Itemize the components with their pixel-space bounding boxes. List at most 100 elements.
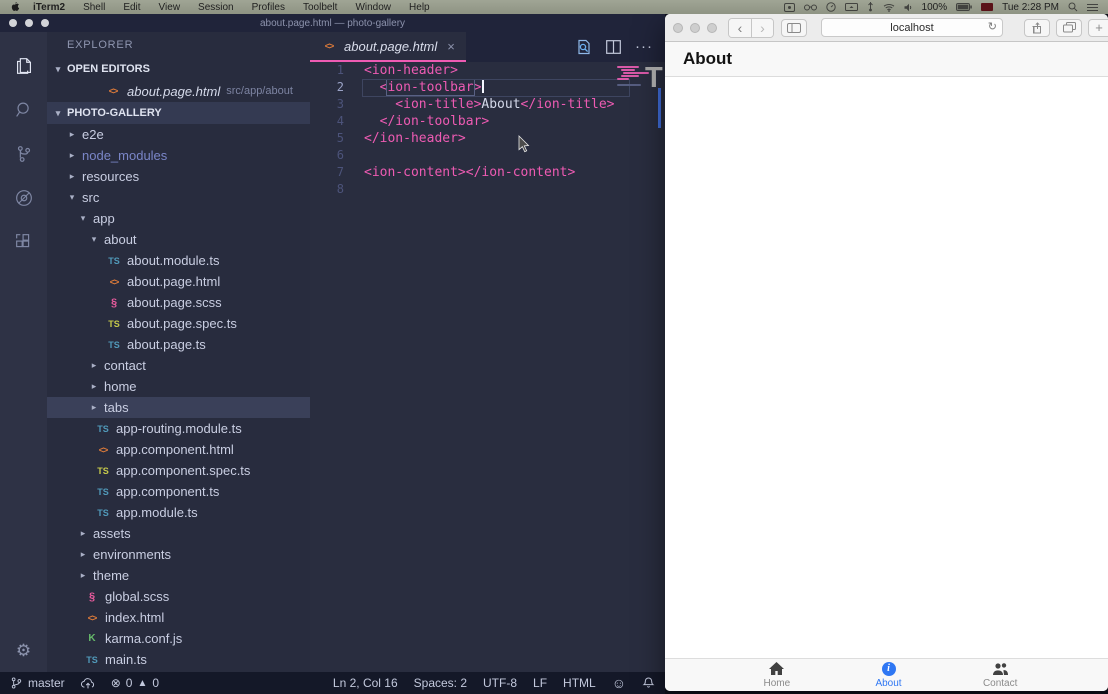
menu-view[interactable]: View [150, 2, 190, 13]
menu-window[interactable]: Window [346, 2, 400, 13]
tree-item-app.component.ts[interactable]: TSapp.component.ts [47, 481, 310, 502]
zoom-window-button[interactable] [41, 19, 49, 27]
code-line-2[interactable]: 2 <ion-toolbar> [310, 79, 665, 96]
menu-profiles[interactable]: Profiles [243, 2, 294, 13]
input-source-flag-icon[interactable] [981, 3, 993, 11]
safari-window: ‹ › localhost ↻ + About HomeiAboutContac… [665, 14, 1108, 691]
dongle-icon[interactable] [867, 2, 874, 12]
tree-item-global.scss[interactable]: §global.scss [47, 586, 310, 607]
code-line-3[interactable]: 3 <ion-title>About</ion-title> [310, 96, 665, 113]
status-ln-2-col-16[interactable]: Ln 2, Col 16 [333, 676, 398, 690]
editor-scrollbar[interactable] [658, 88, 661, 128]
open-editors-header[interactable]: ▾ OPEN EDITORS [47, 58, 310, 80]
screen-record-icon[interactable] [784, 3, 795, 12]
status-utf-8[interactable]: UTF-8 [483, 676, 517, 690]
code-line-4[interactable]: 4 </ion-toolbar> [310, 113, 665, 130]
tree-item-main.ts[interactable]: TSmain.ts [47, 649, 310, 670]
menu-toolbelt[interactable]: Toolbelt [294, 2, 346, 13]
forward-button[interactable]: › [751, 19, 773, 37]
tree-item-home[interactable]: ▸home [47, 376, 310, 397]
glasses-icon[interactable] [804, 3, 817, 11]
extensions-icon[interactable] [0, 220, 47, 264]
menu-iterm2[interactable]: iTerm2 [24, 2, 74, 13]
status-lf[interactable]: LF [533, 676, 547, 690]
apple-icon[interactable] [10, 1, 20, 13]
status-html[interactable]: HTML [563, 676, 596, 690]
tree-item-node_modules[interactable]: ▸node_modules [47, 145, 310, 166]
tree-item-assets[interactable]: ▸assets [47, 523, 310, 544]
problems-indicator[interactable]: ⊗ 0 ▲ 0 [111, 676, 159, 690]
address-bar[interactable]: localhost ↻ [821, 18, 1003, 37]
tree-item-karma.conf.js[interactable]: Kkarma.conf.js [47, 628, 310, 649]
ionic-tab-about[interactable]: iAbout [833, 659, 945, 691]
menubar-clock[interactable]: Tue 2:28 PM [1002, 2, 1059, 13]
tree-item-about.page.scss[interactable]: §about.page.scss [47, 292, 310, 313]
close-tab-icon[interactable]: × [447, 39, 455, 54]
tree-item-about.page.ts[interactable]: TSabout.page.ts [47, 334, 310, 355]
code-line-8[interactable]: 8 [310, 181, 665, 198]
open-preview-icon[interactable] [576, 39, 592, 55]
tree-item-app.component.spec.ts[interactable]: TSapp.component.spec.ts [47, 460, 310, 481]
minimize-window-button[interactable] [690, 23, 700, 33]
display-icon[interactable] [845, 3, 858, 12]
notifications-bell-icon[interactable] [642, 676, 655, 690]
code-line-1[interactable]: 1<ion-header> [310, 62, 665, 79]
editor-tab-about-page-html[interactable]: <> about.page.html × [310, 32, 466, 62]
tree-item-app.module.ts[interactable]: TSapp.module.ts [47, 502, 310, 523]
code-line-7[interactable]: 7<ion-content></ion-content> [310, 164, 665, 181]
wifi-icon[interactable] [883, 3, 895, 12]
volume-icon[interactable] [904, 3, 913, 12]
vscode-traffic-lights[interactable] [9, 19, 49, 27]
vscode-titlebar[interactable]: about.page.html — photo-gallery [0, 14, 665, 32]
new-tab-button[interactable]: + [1088, 19, 1108, 37]
code-editor[interactable]: 1<ion-header>2 <ion-toolbar>3 <ion-title… [310, 62, 665, 672]
menu-session[interactable]: Session [189, 2, 243, 13]
search-icon[interactable] [0, 88, 47, 132]
minimize-window-button[interactable] [25, 19, 33, 27]
close-window-button[interactable] [9, 19, 17, 27]
code-line-5[interactable]: 5</ion-header> [310, 130, 665, 147]
git-branch-indicator[interactable]: master [10, 676, 65, 690]
notification-center-icon[interactable] [1087, 3, 1098, 12]
tree-item-src[interactable]: ▾src [47, 187, 310, 208]
feedback-smiley-icon[interactable]: ☺ [612, 675, 626, 691]
open-editor-item[interactable]: <> about.page.html src/app/about [47, 80, 310, 102]
tab-overview-button[interactable] [1056, 19, 1082, 37]
ionic-tab-contact[interactable]: Contact [944, 659, 1056, 691]
explorer-icon[interactable] [0, 44, 47, 88]
settings-gear-icon[interactable]: ⚙ [0, 628, 47, 672]
zoom-window-button[interactable] [707, 23, 717, 33]
code-line-6[interactable]: 6 [310, 147, 665, 164]
tree-item-environments[interactable]: ▸environments [47, 544, 310, 565]
spotlight-search-icon[interactable] [1068, 2, 1078, 12]
menu-edit[interactable]: Edit [114, 2, 149, 13]
split-editor-icon[interactable] [606, 40, 621, 54]
tree-item-about.page.html[interactable]: <>about.page.html [47, 271, 310, 292]
status-spaces-2[interactable]: Spaces: 2 [414, 676, 467, 690]
tree-item-resources[interactable]: ▸resources [47, 166, 310, 187]
sidebar-toggle-button[interactable] [781, 19, 807, 37]
debug-icon[interactable] [0, 176, 47, 220]
reload-icon[interactable]: ↻ [988, 22, 997, 33]
close-window-button[interactable] [673, 23, 683, 33]
tree-item-e2e[interactable]: ▸e2e [47, 124, 310, 145]
source-control-icon[interactable] [0, 132, 47, 176]
ionic-tab-home[interactable]: Home [721, 659, 833, 691]
tree-item-about.module.ts[interactable]: TSabout.module.ts [47, 250, 310, 271]
tree-item-contact[interactable]: ▸contact [47, 355, 310, 376]
menu-shell[interactable]: Shell [74, 2, 114, 13]
tree-item-tabs[interactable]: ▸tabs [47, 397, 310, 418]
tree-item-app-routing.module.ts[interactable]: TSapp-routing.module.ts [47, 418, 310, 439]
timer-icon[interactable] [826, 2, 836, 12]
back-button[interactable]: ‹ [729, 19, 751, 37]
tree-item-index.html[interactable]: <>index.html [47, 607, 310, 628]
menu-help[interactable]: Help [400, 2, 439, 13]
tree-item-about[interactable]: ▾about [47, 229, 310, 250]
tree-item-theme[interactable]: ▸theme [47, 565, 310, 586]
tree-item-app.component.html[interactable]: <>app.component.html [47, 439, 310, 460]
project-root-header[interactable]: ▾ PHOTO-GALLERY [47, 102, 310, 124]
tree-item-app[interactable]: ▾app [47, 208, 310, 229]
share-button[interactable] [1024, 19, 1050, 37]
sync-icon[interactable] [80, 677, 96, 690]
tree-item-about.page.spec.ts[interactable]: TSabout.page.spec.ts [47, 313, 310, 334]
